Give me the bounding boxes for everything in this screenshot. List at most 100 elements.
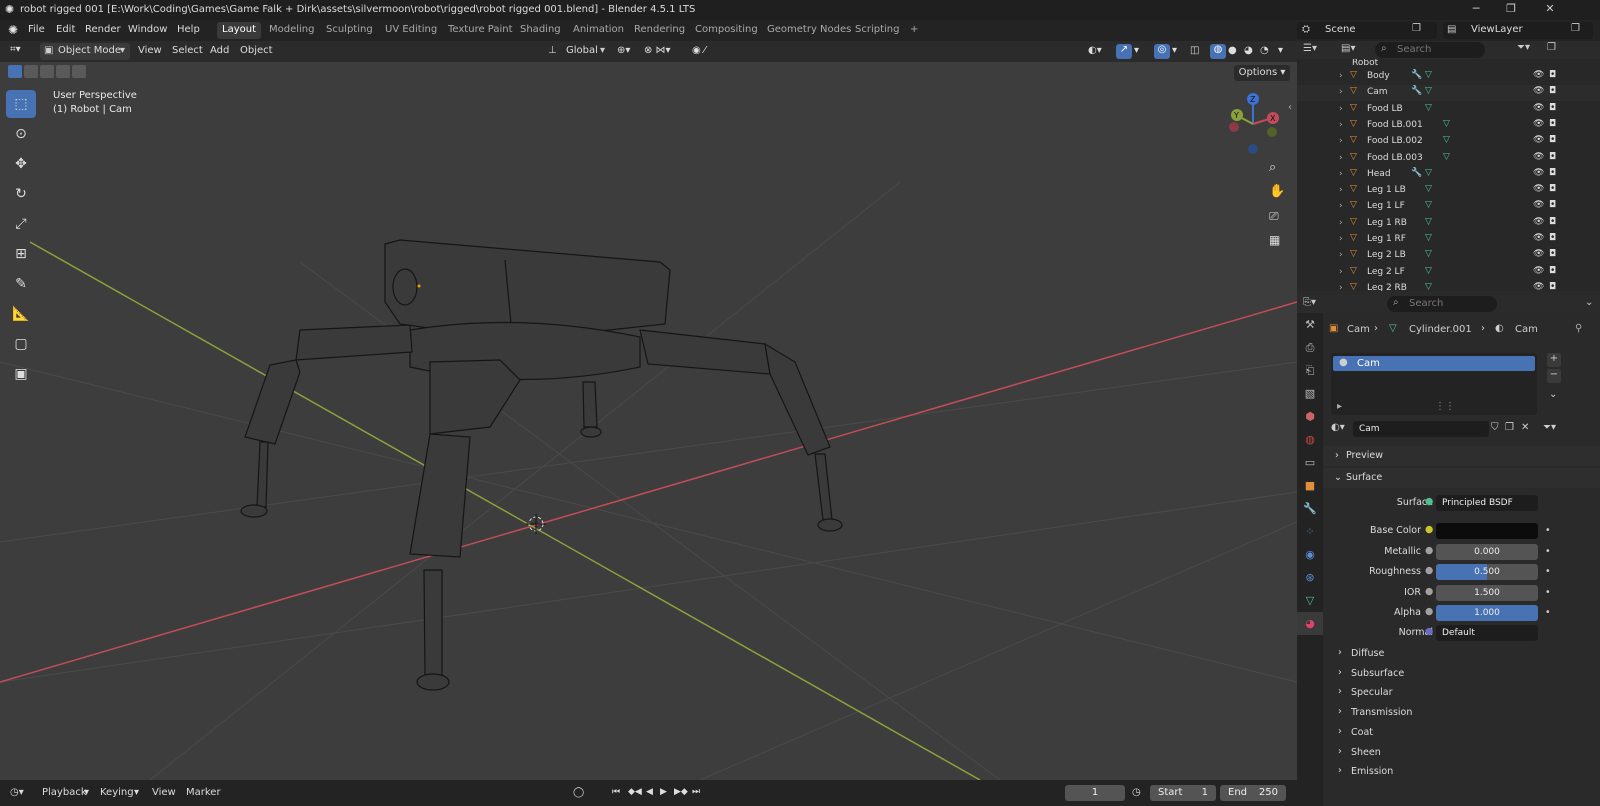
keyframe-dot-icon[interactable]: • xyxy=(1545,607,1551,618)
menu-view[interactable]: View xyxy=(138,45,162,56)
eye-icon[interactable]: 👁 xyxy=(1533,152,1544,162)
chevron-right-icon[interactable]: › xyxy=(1339,71,1343,81)
measure-tool-icon[interactable]: 📐 xyxy=(6,300,36,328)
mesh-data-icon[interactable]: ▽ xyxy=(1425,249,1432,259)
mesh-data-icon[interactable]: ▽ xyxy=(1425,70,1432,80)
select-intersect-icon[interactable] xyxy=(72,65,86,78)
outliner-item[interactable]: › ▽ Leg 1 LB ▽ 👁 ◘ xyxy=(1297,183,1600,199)
mesh-data-icon[interactable]: ▽ xyxy=(1425,168,1432,178)
modifier-wrench-icon[interactable]: 🔧 xyxy=(1411,70,1422,80)
eye-icon[interactable]: 👁 xyxy=(1533,266,1544,276)
visibility-icon[interactable]: ◐▾ xyxy=(1088,45,1102,56)
camera-icon[interactable]: ◘ xyxy=(1549,152,1556,162)
camera-view-icon[interactable]: ⎚ xyxy=(1269,209,1279,224)
chevron-right-icon[interactable]: › xyxy=(1339,120,1343,130)
minimize-button[interactable]: ─ xyxy=(1466,2,1486,15)
mesh-data-icon[interactable]: ▽ xyxy=(1425,266,1432,276)
subsection-header[interactable]: › Sheen xyxy=(1323,743,1600,763)
view-layer-selector[interactable]: ▤ ViewLayer ❐ xyxy=(1443,22,1593,39)
rendered-shading-icon[interactable]: ◔ xyxy=(1260,45,1269,56)
subsection-header[interactable]: › Specular xyxy=(1323,683,1600,703)
properties-search-input[interactable]: ⌕ Search xyxy=(1387,296,1497,312)
camera-icon[interactable]: ◘ xyxy=(1549,233,1556,243)
constraints-properties-icon[interactable]: ⊛ xyxy=(1297,566,1323,589)
surface-shader-field[interactable]: Principled BSDF xyxy=(1436,495,1538,511)
cursor-tool-icon[interactable]: ⊙ xyxy=(6,120,36,148)
menu-window[interactable]: Window xyxy=(128,24,167,35)
eye-icon[interactable]: 👁 xyxy=(1533,119,1544,129)
value-slider[interactable]: 1.000 xyxy=(1436,605,1538,621)
camera-icon[interactable]: ◘ xyxy=(1549,103,1556,113)
pin-icon[interactable]: ⚲ xyxy=(1575,323,1582,334)
camera-icon[interactable]: ◘ xyxy=(1549,249,1556,259)
chevron-right-icon[interactable]: › xyxy=(1339,169,1343,179)
camera-icon[interactable]: ◘ xyxy=(1549,86,1556,96)
chevron-right-icon[interactable]: › xyxy=(1339,267,1343,277)
view-menu[interactable]: View xyxy=(152,787,176,798)
outliner-item[interactable]: › ▽ Leg 1 RB ▽ 👁 ◘ xyxy=(1297,216,1600,232)
outliner-item[interactable]: › ▽ Body 🔧 ▽ 👁 ◘ xyxy=(1297,69,1600,85)
editor-type-icon[interactable]: ⌗▾ xyxy=(10,44,21,55)
value-slider[interactable]: 0.000 xyxy=(1436,544,1538,560)
mesh-data-icon[interactable]: ▽ xyxy=(1425,233,1432,243)
chevron-right-icon[interactable]: › xyxy=(1339,234,1343,244)
jump-start-icon[interactable]: ⏮ xyxy=(612,787,620,797)
tab-shading[interactable]: Shading xyxy=(515,22,566,39)
eye-icon[interactable]: 👁 xyxy=(1533,168,1544,178)
menu-render[interactable]: Render xyxy=(85,24,121,35)
mesh-data-icon[interactable]: ▽ xyxy=(1425,184,1432,194)
new-collection-icon[interactable]: ❐ xyxy=(1547,42,1556,53)
eye-icon[interactable]: 👁 xyxy=(1533,135,1544,145)
chevron-down-icon[interactable]: ▾ xyxy=(1134,45,1139,56)
eye-icon[interactable]: 👁 xyxy=(1533,86,1544,96)
render-properties-icon[interactable]: ⎙ xyxy=(1297,336,1323,359)
maximize-button[interactable]: ❐ xyxy=(1501,2,1521,15)
fake-user-icon[interactable]: ⛉ xyxy=(1491,422,1499,433)
display-mode-icon[interactable]: ▤▾ xyxy=(1341,43,1355,54)
scene-selector[interactable]: ⛭ Scene ❐ xyxy=(1297,22,1437,39)
surface-panel-header[interactable]: ⌄ Surface xyxy=(1323,468,1600,488)
outliner-item[interactable]: › ▽ Leg 1 RF ▽ 👁 ◘ xyxy=(1297,232,1600,248)
move-tool-icon[interactable]: ✥ xyxy=(6,150,36,178)
annotate-tool-icon[interactable]: ✎ xyxy=(6,270,36,298)
chevron-right-icon[interactable]: › xyxy=(1339,153,1343,163)
snap-icon[interactable]: ⊗ ⋈▾ xyxy=(644,45,671,56)
keyframe-dot-icon[interactable]: • xyxy=(1545,587,1551,598)
close-button[interactable]: ✕ xyxy=(1540,2,1560,15)
material-properties-icon[interactable]: ◕ xyxy=(1297,612,1323,635)
proportional-edit-icon[interactable]: ◉ ⁄ xyxy=(692,45,706,56)
mesh-data-icon[interactable]: ▽ xyxy=(1425,200,1432,210)
chevron-down-icon[interactable]: ▾ xyxy=(1278,45,1283,56)
mesh-data-icon[interactable]: ▽ xyxy=(1425,86,1432,96)
collection-properties-icon[interactable]: ▭ xyxy=(1297,451,1323,474)
subsection-header[interactable]: › Transmission xyxy=(1323,703,1600,723)
chevron-right-icon[interactable]: › xyxy=(1339,185,1343,195)
eye-icon[interactable]: 👁 xyxy=(1533,282,1544,291)
duplicate-material-icon[interactable]: ❐ xyxy=(1505,422,1514,433)
blender-menu-icon[interactable]: ✺ xyxy=(8,23,18,37)
view-layer-properties-icon[interactable]: ▧ xyxy=(1297,382,1323,405)
subsection-header[interactable]: › Emission xyxy=(1323,762,1600,782)
eye-icon[interactable]: 👁 xyxy=(1533,217,1544,227)
outliner-item[interactable]: › ▽ Food LB.003 ▽ 👁 ◘ xyxy=(1297,151,1600,167)
eye-icon[interactable]: 👁 xyxy=(1533,200,1544,210)
material-shading-icon[interactable]: ◕ xyxy=(1244,45,1253,56)
tab-scripting[interactable]: Scripting xyxy=(850,22,904,39)
gizmo-toggle-icon[interactable]: ↗ xyxy=(1116,44,1132,59)
modifier-wrench-icon[interactable]: 🔧 xyxy=(1411,86,1422,96)
outliner-item[interactable]: › ▽ Cam 🔧 ▽ 👁 ◘ xyxy=(1297,85,1600,102)
mode-selector[interactable]: ▣ Object Mode ▾ xyxy=(40,43,130,60)
subsection-header[interactable]: › Diffuse xyxy=(1323,644,1600,664)
new-view-layer-icon[interactable]: ❐ xyxy=(1571,23,1580,34)
base-color-swatch[interactable] xyxy=(1436,523,1538,539)
tab-geometry-nodes[interactable]: Geometry Nodes xyxy=(762,22,856,39)
keying-menu[interactable]: Keying xyxy=(100,787,134,798)
normal-field[interactable]: Default xyxy=(1436,625,1538,641)
overlay-toggle-icon[interactable]: ◎ xyxy=(1154,44,1170,59)
keyframe-dot-icon[interactable]: • xyxy=(1545,525,1551,536)
eye-icon[interactable]: 👁 xyxy=(1533,70,1544,80)
outliner-search-input[interactable]: ⌕ Search xyxy=(1375,42,1485,58)
current-frame-field[interactable]: 1 xyxy=(1065,785,1125,801)
tab-animation[interactable]: Animation xyxy=(568,22,629,39)
mesh-data-icon[interactable]: ▽ xyxy=(1425,103,1432,113)
